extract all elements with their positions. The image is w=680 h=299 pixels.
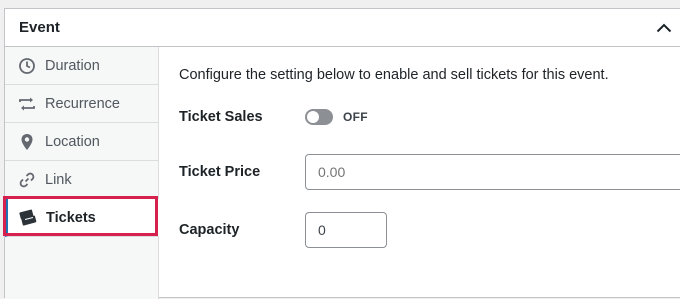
tab-list: Duration Recurrence Location Link Ticket… bbox=[5, 47, 159, 299]
link-icon bbox=[17, 170, 37, 190]
ticket-price-input[interactable] bbox=[305, 154, 680, 190]
repeat-icon bbox=[17, 94, 37, 114]
tab-link[interactable]: Link bbox=[5, 161, 158, 199]
tab-label: Link bbox=[45, 171, 72, 188]
tab-label: Duration bbox=[45, 57, 100, 74]
tickets-intro-text: Configure the setting below to enable an… bbox=[179, 67, 609, 83]
ticket-sales-state: OFF bbox=[343, 110, 368, 124]
chevron-up-icon bbox=[656, 23, 672, 32]
tab-location[interactable]: Location bbox=[5, 123, 158, 161]
ticket-sales-label: Ticket Sales bbox=[179, 109, 263, 125]
tab-label: Recurrence bbox=[45, 95, 120, 112]
clock-icon bbox=[17, 56, 37, 76]
event-panel: Event Duration Recurrence Location Link … bbox=[4, 8, 680, 299]
tickets-content: Configure the setting below to enable an… bbox=[159, 47, 680, 299]
ticket-price-label: Ticket Price bbox=[179, 164, 261, 180]
panel-header: Event bbox=[5, 9, 680, 47]
tab-duration[interactable]: Duration bbox=[5, 47, 158, 85]
tickets-icon bbox=[18, 208, 38, 228]
ticket-sales-toggle[interactable] bbox=[305, 109, 333, 125]
collapse-toggle-button[interactable] bbox=[649, 9, 679, 47]
tab-tickets[interactable]: Tickets bbox=[5, 199, 159, 237]
tab-label: Location bbox=[45, 133, 100, 150]
map-pin-icon bbox=[17, 132, 37, 152]
capacity-label: Capacity bbox=[179, 222, 240, 238]
tab-label: Tickets bbox=[46, 209, 96, 226]
panel-title: Event bbox=[19, 19, 60, 36]
tab-recurrence[interactable]: Recurrence bbox=[5, 85, 158, 123]
capacity-input[interactable] bbox=[305, 212, 387, 248]
